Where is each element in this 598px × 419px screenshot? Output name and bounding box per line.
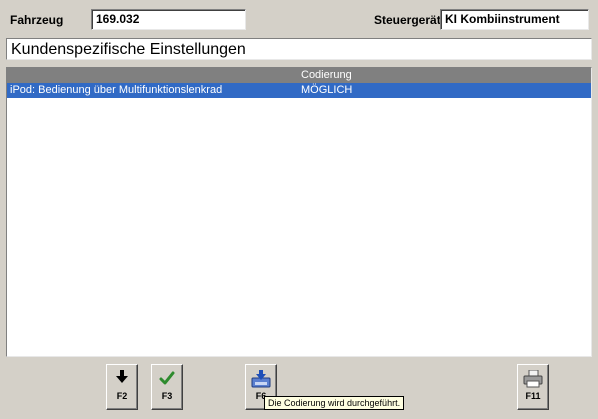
vehicle-field[interactable]: 169.032 [91, 9, 246, 30]
f3-key-label: F3 [161, 391, 173, 401]
ecu-field[interactable]: KI Kombiinstrument [440, 9, 589, 30]
coding-table: Codierung iPod: Bedienung über Multifunk… [6, 67, 592, 357]
row-name: iPod: Bedienung über Multifunktionslenkr… [10, 84, 223, 96]
checkmark-icon [152, 365, 182, 391]
f2-button[interactable]: F2 [106, 364, 138, 410]
table-row[interactable]: iPod: Bedienung über Multifunktionslenkr… [7, 83, 591, 98]
ecu-label: Steuergerät [374, 13, 441, 27]
arrow-down-icon [107, 365, 137, 391]
printer-icon [518, 365, 548, 391]
table-header: Codierung [7, 68, 591, 83]
download-disk-icon [246, 365, 276, 391]
row-coding: MÖGLICH [301, 84, 353, 96]
f11-key-label: F11 [525, 391, 541, 401]
vehicle-label: Fahrzeug [10, 13, 64, 27]
f3-button[interactable]: F3 [151, 364, 183, 410]
f2-key-label: F2 [116, 391, 128, 401]
section-title: Kundenspezifische Einstellungen [6, 38, 592, 60]
f11-button[interactable]: F11 [517, 364, 549, 410]
column-header-coding[interactable]: Codierung [301, 69, 352, 81]
tooltip: Die Codierung wird durchgeführt. [264, 396, 405, 410]
